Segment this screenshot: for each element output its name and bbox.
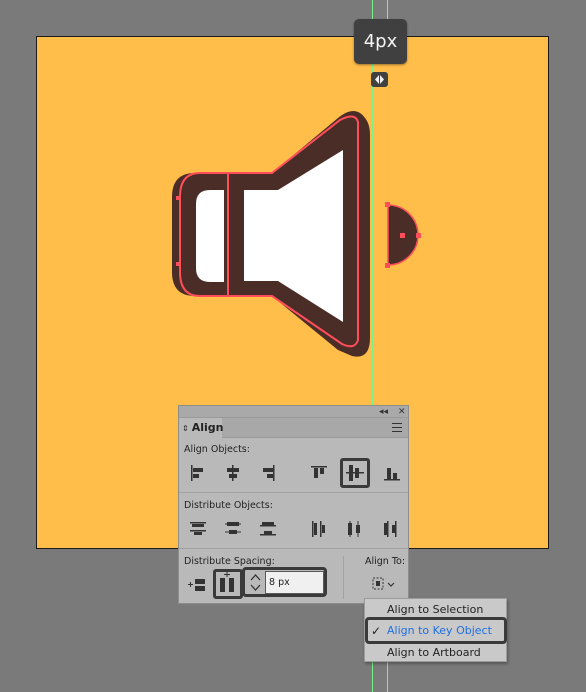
menu-item-highlight	[365, 617, 507, 644]
vertical-divider	[343, 556, 344, 599]
align-to-dropdown[interactable]	[369, 573, 399, 597]
distribute-objects-label: Distribute Objects:	[184, 500, 273, 511]
vertical-align-top-icon	[311, 466, 327, 478]
distribute-spacing-label: Distribute Spacing:	[184, 556, 275, 567]
horizontal-align-right-button[interactable]	[255, 460, 281, 486]
horizontal-distribute-right-button[interactable]	[377, 516, 403, 542]
align-objects-label: Align Objects:	[184, 444, 250, 455]
vertical-distribute-space-button[interactable]	[184, 572, 210, 598]
horizontal-distribute-space-button[interactable]	[213, 569, 243, 599]
tab-align[interactable]: ⇕ Align	[179, 418, 224, 438]
horizontal-align-center-icon	[227, 465, 239, 481]
spacing-tooltip-text: 4px	[363, 31, 398, 52]
horizontal-align-left-button[interactable]	[185, 460, 211, 486]
vertical-align-center-icon	[346, 465, 364, 481]
vertical-distribute-bottom-button[interactable]	[255, 516, 281, 542]
vertical-align-top-button[interactable]	[306, 460, 332, 486]
menu-item-align-to-artboard[interactable]: Align to Artboard	[365, 643, 506, 663]
spacing-highlight	[242, 567, 327, 597]
panel-menu-icon[interactable]	[392, 423, 402, 432]
vertical-distribute-bottom-icon	[260, 522, 276, 536]
section-divider	[179, 492, 408, 493]
horizontal-distribute-space-icon	[220, 572, 234, 592]
menu-item-label: Align to Selection	[387, 603, 484, 616]
double-chevron-left-icon[interactable]: ◂◂	[379, 406, 388, 418]
horizontal-align-left-icon	[191, 465, 203, 481]
horizontal-distribute-center-button[interactable]	[341, 516, 367, 542]
speaker-left-body[interactable]	[196, 190, 224, 282]
vertical-align-bottom-button[interactable]	[379, 460, 405, 486]
spacing-measure-icon	[371, 72, 388, 87]
vertical-distribute-top-icon	[190, 522, 206, 535]
menu-item-label: Align to Artboard	[387, 646, 481, 659]
vertical-distribute-center-button[interactable]	[220, 516, 246, 542]
vertical-distribute-center-icon	[225, 522, 241, 534]
vertical-align-center-button[interactable]	[340, 458, 370, 488]
align-to-label: Align To:	[365, 556, 406, 567]
panel-title-bar[interactable]: ◂◂ ✕	[179, 406, 408, 418]
tab-expand-icon[interactable]: ⇕	[182, 424, 189, 433]
spacing-tooltip: 4px	[354, 19, 407, 64]
close-icon[interactable]: ✕	[398, 406, 406, 418]
vertical-distribute-top-button[interactable]	[185, 516, 211, 542]
panel-tab-row: ⇕ Align	[179, 418, 408, 438]
horizontal-align-right-icon	[263, 465, 275, 481]
vertical-distribute-space-icon	[188, 579, 205, 591]
vertical-align-bottom-icon	[384, 468, 400, 481]
align-to-key-object-icon	[372, 577, 395, 590]
section-divider	[179, 548, 408, 549]
tab-align-label: Align	[191, 421, 224, 434]
horizontal-distribute-right-icon	[384, 521, 397, 537]
horizontal-distribute-center-icon	[348, 521, 360, 537]
horizontal-distribute-left-button[interactable]	[306, 516, 332, 542]
horizontal-align-center-button[interactable]	[220, 460, 246, 486]
horizontal-distribute-left-icon	[312, 521, 325, 537]
